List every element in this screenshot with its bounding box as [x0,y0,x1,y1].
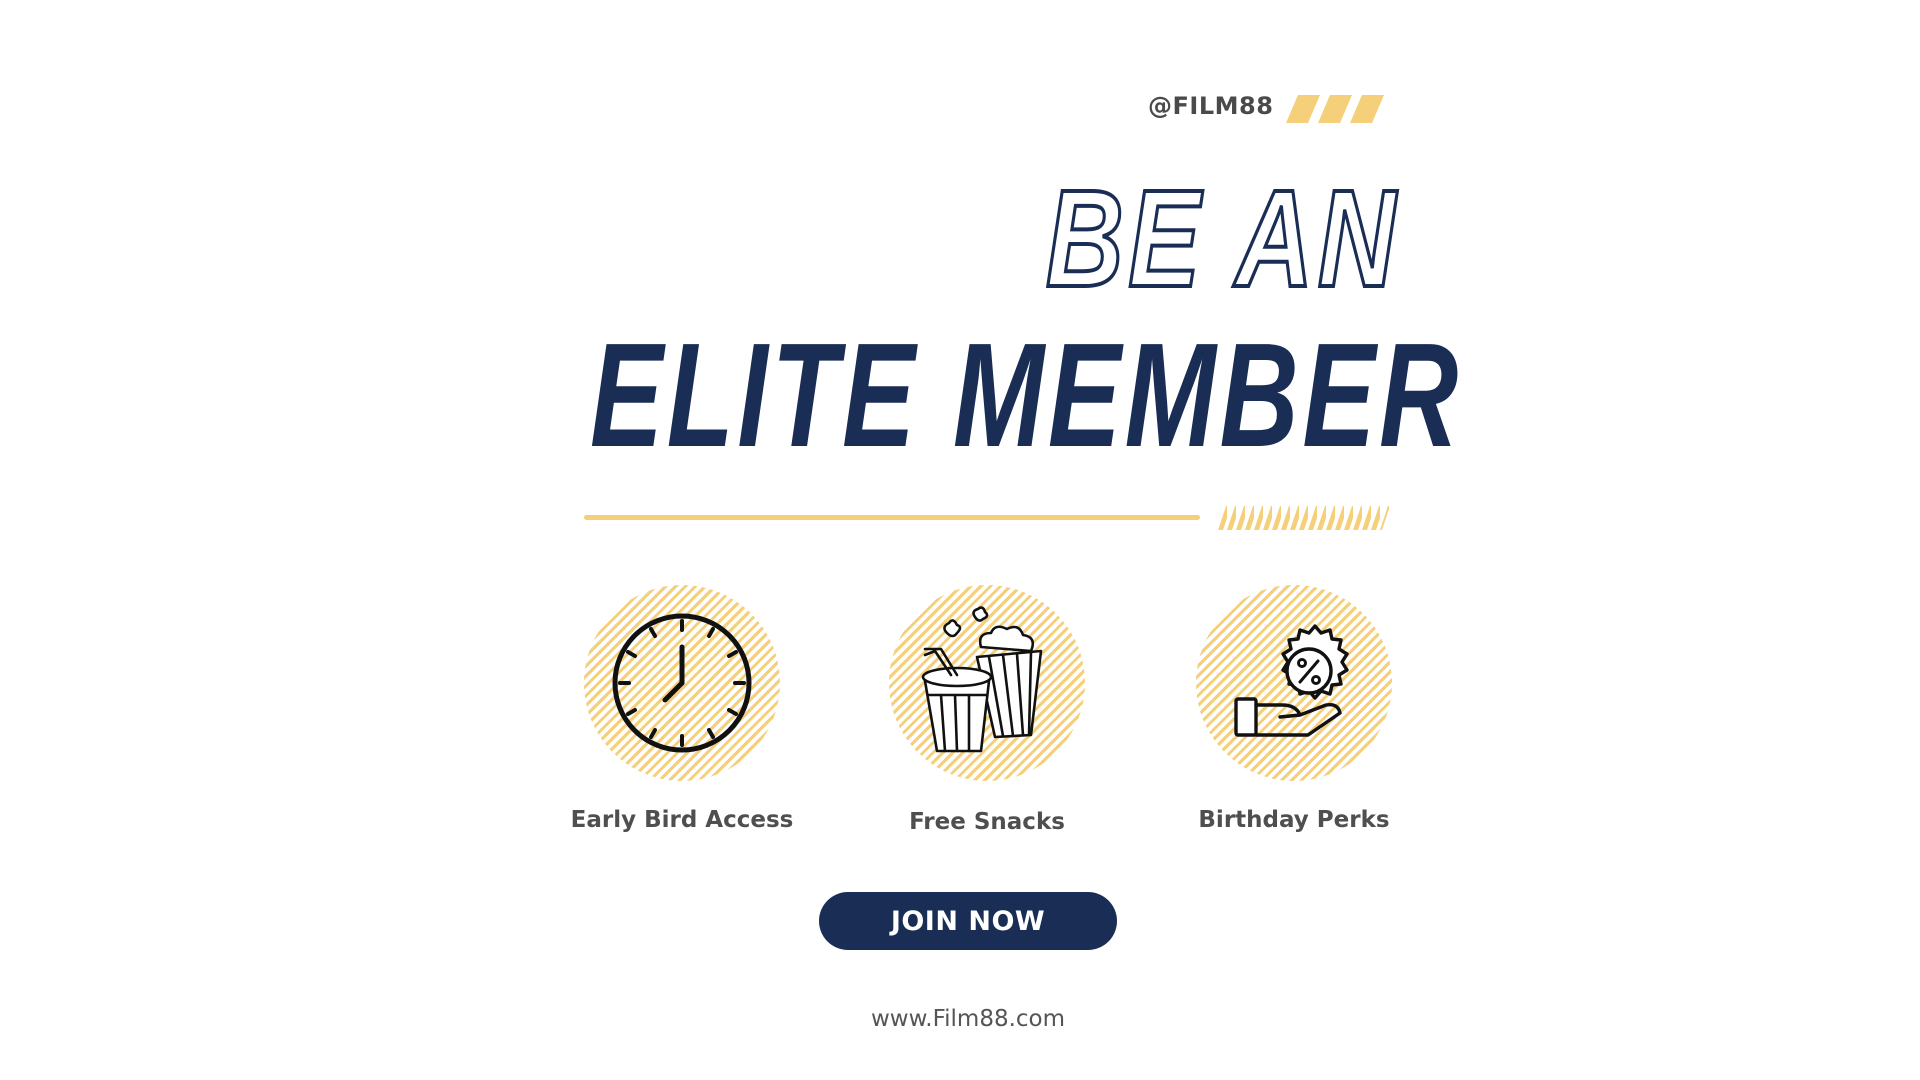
feature-early-bird: Early Bird Access [552,585,812,833]
feature-free-snacks: Free Snacks [857,585,1117,835]
promo-page: @FILM88 BE AN ELITE MEMBER Early Bird Ac… [0,0,1920,1080]
feature-badge [584,585,780,781]
decorative-stripes-bottom [1218,506,1390,530]
feature-badge [889,585,1085,781]
feature-label: Early Bird Access [570,807,794,833]
join-now-button[interactable]: JOIN NOW [819,892,1117,950]
feature-birthday-perks: Birthday Perks [1164,585,1424,833]
popcorn-drink-icon [921,606,1043,753]
clock-icon [612,613,752,753]
feature-label: Free Snacks [909,809,1065,835]
headline-line-2: ELITE MEMBER [590,313,1462,478]
feature-badge [1196,585,1392,781]
feature-label: Birthday Perks [1198,807,1390,833]
social-handle: @FILM88 [1148,92,1274,120]
divider-line [584,515,1200,520]
discount-hand-icon [1234,624,1349,737]
website-url[interactable]: www.Film88.com [0,1006,1920,1032]
headline-line-1: BE AN [1044,162,1400,316]
decorative-stripes-top [1286,95,1384,123]
